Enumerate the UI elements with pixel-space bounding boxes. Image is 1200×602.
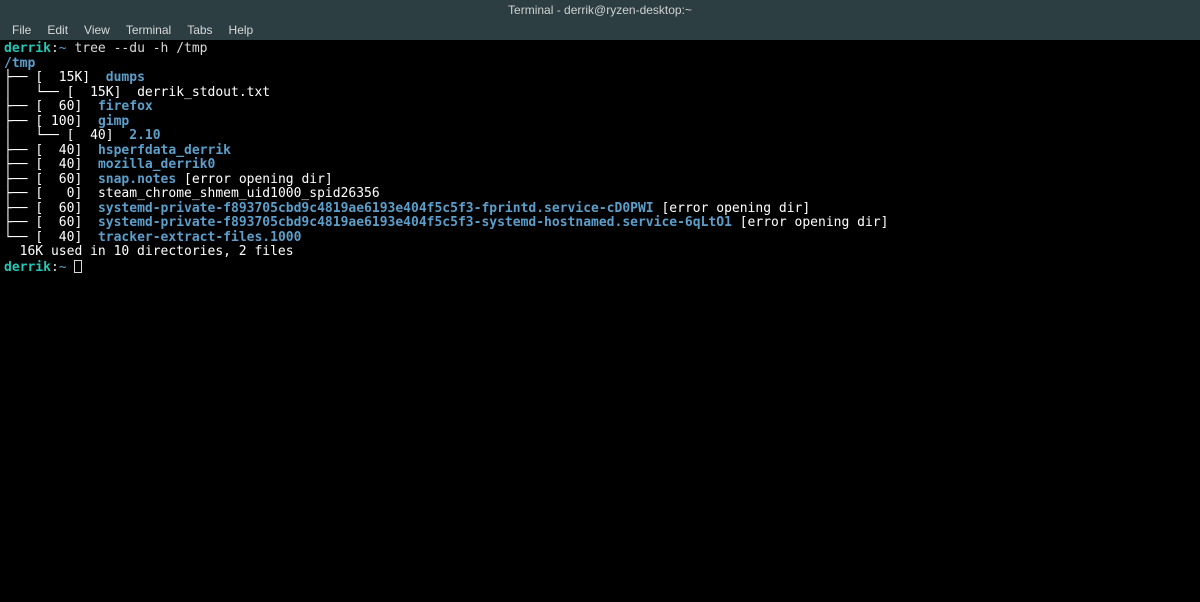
tree-size: [ 60] [35,215,98,230]
terminal-line: ├── [ 60] systemd-private-f893705cbd9c48… [4,202,1196,217]
tree-entry-name: firefox [98,99,153,114]
tree-size: [ 40] [67,128,130,143]
terminal-line: ├── [ 40] mozilla_derrik0 [4,158,1196,173]
tree-summary: 16K used in 10 directories, 2 files [4,244,294,259]
tree-entry-name: derrik_stdout.txt [137,85,270,100]
tree-prefix: │ └── [4,128,67,143]
prompt-user: derrik [4,41,51,56]
tree-size: [ 40] [35,157,98,172]
tree-prefix: ├── [4,157,35,172]
tree-size: [ 40] [35,230,98,245]
tree-prefix: ├── [4,114,35,129]
terminal-area[interactable]: derrik:~ tree --du -h /tmp/tmp├── [ 15K]… [0,40,1200,277]
tree-prefix: ├── [4,186,35,201]
tree-size: [ 40] [35,143,98,158]
tree-prefix: └── [4,230,35,245]
tree-prefix: ├── [4,201,35,216]
terminal-line: └── [ 40] tracker-extract-files.1000 [4,231,1196,246]
terminal-line: ├── [ 60] firefox [4,100,1196,115]
prompt-sep: : [51,41,59,56]
tree-size: [ 0] [35,186,98,201]
menu-edit[interactable]: Edit [39,20,76,40]
terminal-line: 16K used in 10 directories, 2 files [4,245,1196,260]
terminal-line: ├── [ 40] hsperfdata_derrik [4,144,1196,159]
tree-size: [ 15K] [35,70,105,85]
prompt-path: ~ [59,41,67,56]
tree-size: [ 60] [35,172,98,187]
tree-entry-suffix: [error opening dir] [654,201,811,216]
tree-entry-suffix: [error opening dir] [176,172,333,187]
tree-size: [ 100] [35,114,98,129]
terminal-line: │ └── [ 15K] derrik_stdout.txt [4,86,1196,101]
tree-root: /tmp [4,56,35,71]
tree-entry-name: hsperfdata_derrik [98,143,231,158]
menu-tabs[interactable]: Tabs [179,20,220,40]
terminal-line: ├── [ 15K] dumps [4,71,1196,86]
tree-prefix: ├── [4,215,35,230]
tree-size: [ 15K] [67,85,137,100]
terminal-line: ├── [ 100] gimp [4,115,1196,130]
tree-prefix: ├── [4,172,35,187]
tree-size: [ 60] [35,99,98,114]
tree-prefix: ├── [4,143,35,158]
terminal-line: ├── [ 0] steam_chrome_shmem_uid1000_spid… [4,187,1196,202]
menu-view[interactable]: View [76,20,118,40]
tree-prefix: │ └── [4,85,67,100]
tree-entry-name: 2.10 [129,128,160,143]
menu-help[interactable]: Help [221,20,262,40]
menu-terminal[interactable]: Terminal [118,20,179,40]
prompt-sep: : [51,260,59,275]
tree-entry-name: tracker-extract-files.1000 [98,230,302,245]
prompt-path: ~ [59,260,67,275]
tree-entry-name: systemd-private-f893705cbd9c4819ae6193e4… [98,215,732,230]
terminal-line: derrik:~ [4,260,1196,276]
tree-entry-name: snap.notes [98,172,176,187]
cursor [74,260,82,273]
terminal-line: derrik:~ tree --du -h /tmp [4,42,1196,57]
tree-size: [ 60] [35,201,98,216]
prompt-user: derrik [4,260,51,275]
terminal-line: │ └── [ 40] 2.10 [4,129,1196,144]
tree-prefix: ├── [4,99,35,114]
tree-entry-name: gimp [98,114,129,129]
window-titlebar: Terminal - derrik@ryzen-desktop:~ [0,0,1200,20]
tree-entry-name: systemd-private-f893705cbd9c4819ae6193e4… [98,201,654,216]
terminal-line: ├── [ 60] snap.notes [error opening dir] [4,173,1196,188]
tree-entry-name: steam_chrome_shmem_uid1000_spid26356 [98,186,380,201]
menubar: File Edit View Terminal Tabs Help [0,20,1200,40]
tree-prefix: ├── [4,70,35,85]
tree-entry-name: dumps [106,70,145,85]
terminal-line: /tmp [4,57,1196,72]
tree-entry-suffix: [error opening dir] [732,215,889,230]
menu-file[interactable]: File [4,20,39,40]
tree-entry-name: mozilla_derrik0 [98,157,215,172]
command-text: tree --du -h /tmp [67,41,208,56]
terminal-line: ├── [ 60] systemd-private-f893705cbd9c48… [4,216,1196,231]
window-title: Terminal - derrik@ryzen-desktop:~ [508,3,692,17]
